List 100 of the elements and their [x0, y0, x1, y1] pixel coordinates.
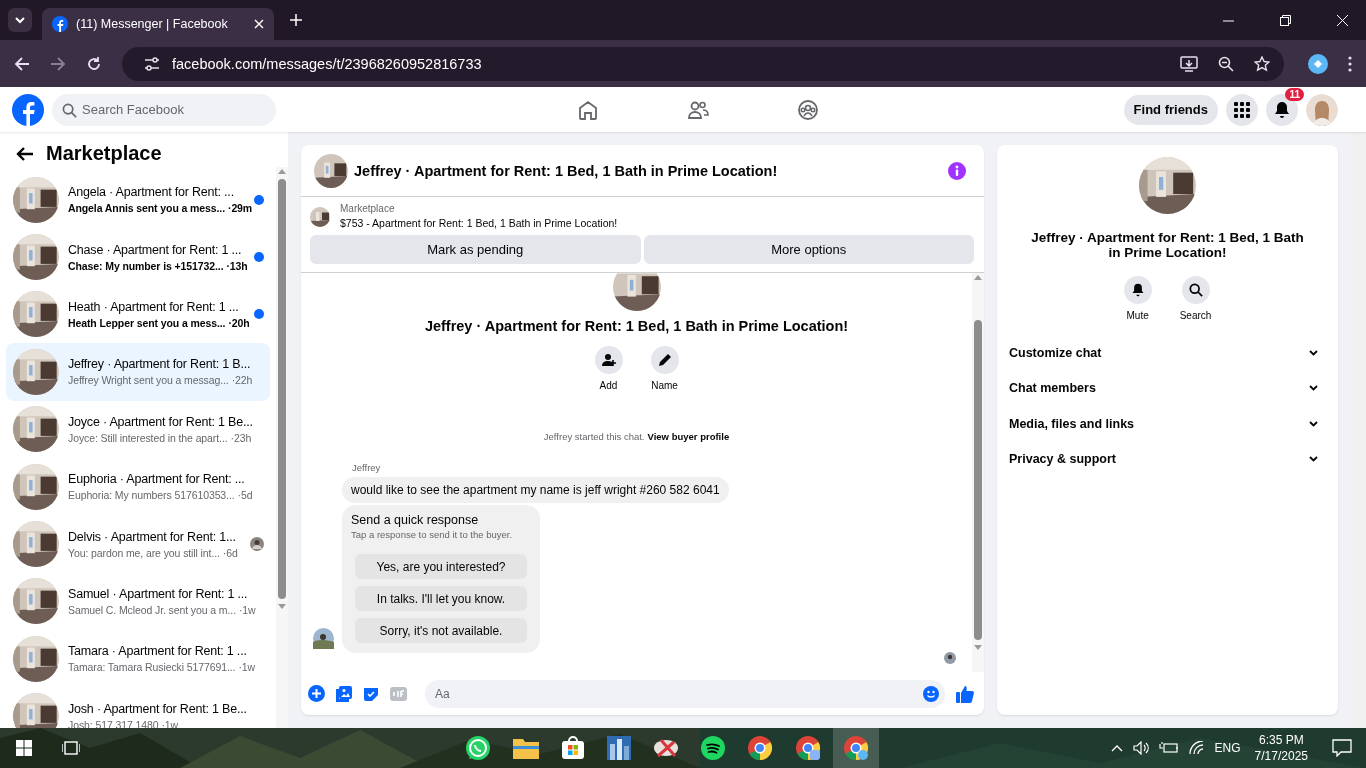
chrome-icon[interactable]	[747, 735, 773, 761]
snipping-tool-icon[interactable]	[653, 736, 679, 760]
chrome-profile-icon[interactable]	[795, 735, 821, 761]
address-bar[interactable]: facebook.com/messages/t/23968260952816733	[122, 46, 1284, 81]
message-time: ·1w	[161, 718, 179, 728]
whatsapp-icon[interactable]	[465, 735, 491, 761]
listing-action-button[interactable]: More options	[643, 235, 974, 264]
details-section[interactable]: Chat members	[1009, 370, 1326, 406]
message-bubble: would like to see the apartment my name is jeff wright #260 582 6041	[342, 477, 729, 503]
spotify-icon[interactable]	[701, 736, 725, 760]
back-icon[interactable]	[14, 55, 30, 72]
conversation-item[interactable]: Euphoria · Apartment for Rent: ... Euphoria: My numbers 517610353... ·5d	[6, 457, 270, 516]
wifi-icon[interactable]	[1188, 741, 1205, 755]
conversation-title: Samuel · Apartment for Rent: 1 ...	[68, 586, 249, 601]
message-input[interactable]: Aa	[425, 679, 945, 708]
view-profile-link[interactable]: View buyer profile	[647, 431, 730, 442]
home-icon[interactable]	[576, 98, 599, 121]
conversation-item[interactable]: Samuel · Apartment for Rent: 1 ... Samuel C. Mcleod Jr. sent you a m... ·1w	[6, 572, 270, 631]
conversation-item[interactable]: Heath · Apartment for Rent: 1 ... Heath Lepper sent you a mess... ·20h	[6, 285, 270, 344]
listing-action-button[interactable]: Mark as pending	[310, 235, 641, 264]
conversation-item[interactable]: Tamara · Apartment for Rent: 1 ... Tamara: Tamara Rusiecki 5177691... ·1w	[6, 630, 270, 688]
message-preview: Angela Annis sent you a mess...	[68, 202, 225, 215]
groups-icon[interactable]	[796, 98, 819, 121]
message-preview: Joyce: Still interested in the apart...	[68, 431, 228, 444]
volume-icon[interactable]	[1132, 741, 1149, 755]
chrome-profile-icon	[843, 735, 869, 761]
install-icon[interactable]	[1180, 55, 1198, 72]
quick-response-button[interactable]: Sorry, it's not available.	[355, 618, 527, 643]
zoom-icon[interactable]	[1218, 55, 1234, 72]
message-preview: Samuel C. Mcleod Jr. sent you a m...	[68, 603, 236, 616]
read-receipt-avatar	[944, 652, 956, 664]
task-view-icon[interactable]	[62, 740, 80, 756]
more-icon[interactable]	[1348, 55, 1352, 72]
intro-action-label: Name	[651, 380, 678, 391]
battery-icon[interactable]	[1158, 741, 1179, 755]
find-friends-button[interactable]: Find friends	[1123, 94, 1218, 125]
active-taskbar-app[interactable]	[833, 728, 879, 768]
conversation-title: Tamara · Apartment for Rent: 1 ...	[68, 644, 248, 659]
details-action-button[interactable]	[1181, 276, 1210, 304]
scrollbar[interactable]	[972, 273, 984, 672]
quick-response-button[interactable]: In talks. I'll let you know.	[355, 586, 527, 611]
conversation-item[interactable]: Angela · Apartment for Rent: ... Angela Annis sent you a mess... ·29m	[6, 171, 270, 229]
image-icon[interactable]	[336, 685, 352, 702]
reload-icon[interactable]	[86, 55, 102, 72]
store-icon[interactable]	[561, 736, 585, 760]
chevron-up-icon[interactable]	[1110, 744, 1123, 752]
restore-icon[interactable]	[1280, 14, 1291, 26]
back-arrow-icon[interactable]	[16, 145, 34, 162]
clock-time: 6:35 PM	[1258, 733, 1304, 747]
new-tab-icon[interactable]	[290, 14, 302, 26]
close-icon[interactable]	[1337, 14, 1348, 26]
conversation-item[interactable]: Jeffrey · Apartment for Rent: 1 B... Jeffrey Wright sent you a messag... ·22h	[6, 343, 270, 401]
menu-icon	[1233, 100, 1251, 119]
sticker-icon[interactable]	[363, 685, 379, 702]
menu-button[interactable]	[1226, 93, 1258, 126]
intro-action-label: Add	[599, 380, 618, 391]
details-action-label: Mute	[1126, 310, 1149, 321]
scrollbar[interactable]	[276, 167, 288, 728]
extension-icon[interactable]	[1308, 53, 1328, 74]
search-field[interactable]: Search Facebook	[52, 93, 276, 126]
profile-avatar[interactable]	[1306, 93, 1338, 126]
details-section[interactable]: Customize chat	[1009, 335, 1326, 371]
star-icon[interactable]	[1254, 55, 1270, 72]
conversation-heading: Jeffrey · Apartment for Rent: 1 Bed, 1 Bath in Prime Location!	[424, 318, 849, 334]
message-time: ·5d	[237, 489, 253, 502]
thumbs-up-icon[interactable]	[956, 684, 974, 703]
sidebar-title: Marketplace	[46, 142, 162, 165]
info-icon[interactable]	[948, 161, 966, 180]
message-time: ·1w	[238, 603, 256, 616]
bell-icon	[1130, 283, 1145, 297]
details-section[interactable]: Media, files and links	[1009, 406, 1326, 442]
intro-action-button[interactable]	[650, 346, 679, 374]
browser-tab[interactable]: (11) Messenger | Facebook	[42, 8, 274, 40]
emoji-icon[interactable]	[923, 685, 939, 702]
message-preview: Heath Lepper sent you a mess...	[68, 316, 226, 329]
language-indicator[interactable]: ENG	[1214, 741, 1241, 755]
conversation-title: Heath · Apartment for Rent: 1 ...	[68, 299, 240, 314]
message-time: ·22h	[231, 374, 253, 387]
conversation-item[interactable]: Chase · Apartment for Rent: 1 ... Chase: My number is +151732... ·13h	[6, 228, 270, 286]
details-action-button[interactable]	[1123, 276, 1152, 304]
site-settings-icon[interactable]	[144, 56, 160, 71]
plus-icon[interactable]	[308, 685, 325, 702]
forward-icon[interactable]	[50, 55, 66, 72]
close-icon[interactable]	[254, 19, 264, 29]
conversation-title: Angela · Apartment for Rent: ...	[68, 185, 235, 200]
notification-center-icon[interactable]	[1332, 739, 1352, 757]
quick-response-button[interactable]: Yes, are you interested?	[355, 554, 527, 579]
facebook-logo[interactable]	[12, 93, 44, 126]
details-section[interactable]: Privacy & support	[1009, 441, 1326, 477]
caret-icon	[14, 14, 26, 26]
message-preview: Chase: My number is +151732...	[68, 259, 224, 272]
windows-start-icon[interactable]	[16, 740, 32, 756]
conversation-item[interactable]: Delvis · Apartment for Rent: 1... You: pardon me, are you still int... ·6d	[6, 515, 270, 573]
city-app-icon[interactable]	[607, 736, 631, 760]
message-preview: Euphoria: My numbers 517610353...	[68, 489, 235, 502]
pencil-icon	[657, 353, 672, 367]
tab-list-button[interactable]	[8, 8, 32, 32]
clock-date: 7/17/2025	[1254, 749, 1308, 763]
intro-action-button[interactable]	[594, 346, 623, 374]
conversation-item[interactable]: Joyce · Apartment for Rent: 1 Be... Joyce: Still interested in the apart... ·23h	[6, 400, 270, 458]
